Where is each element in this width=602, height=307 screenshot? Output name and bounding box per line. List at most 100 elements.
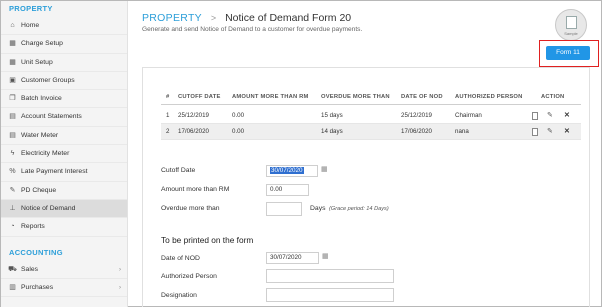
sidebar-item-home[interactable]: ⌂ Home — [1, 17, 127, 36]
designation-label: Designation — [161, 292, 197, 299]
column-header-overdue: OVERDUE MORE THAN — [321, 94, 390, 100]
delete-icon[interactable]: ✕ — [564, 124, 570, 140]
nod-table: # CUTOFF DATE AMOUNT MORE THAN RM OVERDU… — [161, 90, 581, 140]
sidebar-item-purchases[interactable]: ▥ Purchases › — [1, 279, 127, 298]
overdue-input[interactable] — [266, 202, 302, 216]
authorized-person-label: Authorized Person — [161, 273, 217, 280]
sidebar-item-label: Batch Invoice — [21, 95, 62, 103]
form-11-button[interactable]: Form 11 — [546, 46, 590, 60]
column-header-authorized-person: AUTHORIZED PERSON — [455, 94, 523, 100]
row-number: 1 — [166, 112, 170, 119]
chevron-right-icon: › — [119, 284, 121, 291]
cutoff-date-input[interactable]: 30/07/2020 — [266, 165, 318, 177]
row-cutoff-date: 17/06/2020 — [178, 128, 209, 135]
row-date-of-nod: 25/12/2019 — [401, 112, 432, 119]
sidebar-item-label: Late Payment Interest — [21, 168, 88, 176]
row-date-of-nod: 17/06/2020 — [401, 128, 432, 135]
sidebar-item-account-statements[interactable]: ▤ Account Statements — [1, 108, 127, 127]
amount-label: Amount more than RM — [161, 186, 230, 193]
cart-icon: ⛟ — [8, 265, 17, 273]
sidebar-item-electricity-meter[interactable]: ϟ Electricity Meter — [1, 145, 127, 164]
sidebar-section-property: PROPERTY — [9, 4, 53, 13]
grid-icon: ▦ — [9, 58, 16, 66]
sidebar-item-label: Reports — [21, 223, 45, 231]
sidebar-item-sales[interactable]: ⛟ Sales › — [1, 261, 127, 279]
pin-icon: ⊥ — [9, 204, 16, 212]
table-row: 2 17/06/2020 0.00 14 days 17/06/2020 nan… — [161, 124, 581, 140]
column-header-cutoff-date: CUTOFF DATE — [178, 94, 221, 100]
pencil-icon: ✎ — [9, 186, 16, 194]
row-amount: 0.00 — [232, 128, 245, 135]
pdf-icon[interactable] — [532, 112, 538, 120]
table-header: # CUTOFF DATE AMOUNT MORE THAN RM OVERDU… — [161, 90, 581, 105]
document-icon: ▤ — [9, 113, 16, 121]
amount-input[interactable]: 0.00 — [266, 184, 309, 196]
row-cutoff-date: 25/12/2019 — [178, 112, 209, 119]
sidebar-item-customer-groups[interactable]: ▣ Customer Groups — [1, 72, 127, 91]
users-icon: ▣ — [9, 76, 16, 84]
column-header-amount: AMOUNT MORE THAN RM — [232, 94, 309, 100]
sidebar: PROPERTY ⌂ Home ▦ Charge Setup ▦ Unit Se… — [1, 1, 128, 307]
overdue-label: Overdue more than — [161, 205, 220, 212]
sidebar-item-label: Home — [21, 22, 40, 29]
sidebar-item-label: Sales — [21, 265, 39, 273]
bag-icon: ▥ — [9, 283, 16, 291]
authorized-person-input[interactable] — [266, 269, 394, 283]
sidebar-item-late-payment-interest[interactable]: % Late Payment Interest — [1, 163, 127, 182]
page-title: Notice of Demand Form 20 — [225, 12, 352, 24]
edit-icon[interactable]: ✎ — [547, 108, 553, 124]
row-amount: 0.00 — [232, 112, 245, 119]
avatar[interactable]: Sample — [555, 9, 587, 41]
chevron-right-icon: > — [210, 13, 217, 23]
print-section-title: To be printed on the form — [161, 235, 254, 245]
sidebar-item-reports[interactable]: ◔ Reports — [1, 218, 127, 237]
sidebar-item-unit-setup[interactable]: ▦ Unit Setup — [1, 54, 127, 72]
edit-icon[interactable]: ✎ — [547, 124, 553, 140]
sidebar-item-batch-invoice[interactable]: ❐ Batch Invoice — [1, 90, 127, 109]
grid-icon: ▦ — [9, 40, 16, 48]
delete-icon[interactable]: ✕ — [564, 108, 570, 124]
row-number: 2 — [166, 128, 170, 135]
table-row: 1 25/12/2019 0.00 15 days 25/12/2019 Cha… — [161, 108, 581, 124]
overdue-unit: Days — [310, 205, 326, 212]
date-of-nod-label: Date of NOD — [161, 255, 200, 262]
designation-input[interactable] — [266, 288, 394, 302]
sidebar-item-label: Account Statements — [21, 113, 82, 121]
column-header-date-of-nod: DATE OF NOD — [401, 94, 443, 100]
sidebar-item-notice-of-demand[interactable]: ⊥ Notice of Demand — [1, 199, 127, 219]
chart-icon: ◔ — [10, 223, 15, 231]
row-authorized-person: Chairman — [455, 112, 482, 119]
grace-period-hint: (Grace period: 14 Days) — [329, 206, 389, 212]
calendar-icon[interactable]: ▦ — [322, 252, 329, 260]
sidebar-item-label: Notice of Demand — [21, 204, 76, 212]
sidebar-item-pd-cheque[interactable]: ✎ PD Cheque — [1, 182, 127, 200]
cutoff-date-label: Cutoff Date — [161, 167, 196, 174]
sidebar-section-accounting: ACCOUNTING — [9, 247, 63, 257]
cutoff-date-value: 30/07/2020 — [270, 167, 304, 174]
row-overdue: 14 days — [321, 128, 343, 135]
sidebar-item-label: Purchases — [21, 283, 54, 291]
main-panel: # CUTOFF DATE AMOUNT MORE THAN RM OVERDU… — [142, 67, 590, 307]
sidebar-item-charge-setup[interactable]: ▦ Charge Setup — [1, 35, 127, 54]
breadcrumb: PROPERTY > Notice of Demand Form 20 — [142, 12, 351, 24]
row-authorized-person: nana — [455, 128, 469, 135]
avatar-label: Sample — [564, 31, 578, 36]
row-overdue: 15 days — [321, 112, 343, 119]
pdf-icon[interactable] — [532, 128, 538, 136]
breadcrumb-root[interactable]: PROPERTY — [142, 12, 202, 24]
copy-icon: ❐ — [9, 95, 16, 103]
home-icon: ⌂ — [10, 22, 15, 29]
sidebar-item-label: Water Meter — [21, 131, 59, 139]
sidebar-item-label: Customer Groups — [21, 76, 75, 84]
date-of-nod-input[interactable]: 30/07/2020 — [266, 252, 319, 264]
sidebar-item-label: Charge Setup — [21, 40, 63, 48]
page-subtitle: Generate and send Notice of Demand to a … — [142, 26, 363, 33]
sidebar-item-label: Electricity Meter — [21, 150, 70, 158]
column-header-number: # — [166, 94, 170, 100]
sidebar-item-label: PD Cheque — [21, 186, 57, 194]
lightning-icon: ϟ — [10, 150, 15, 158]
calendar-icon[interactable]: ▦ — [321, 165, 328, 173]
column-header-action: ACTION — [541, 94, 565, 100]
percent-icon: % — [9, 168, 16, 176]
sidebar-item-water-meter[interactable]: ▤ Water Meter — [1, 127, 127, 146]
